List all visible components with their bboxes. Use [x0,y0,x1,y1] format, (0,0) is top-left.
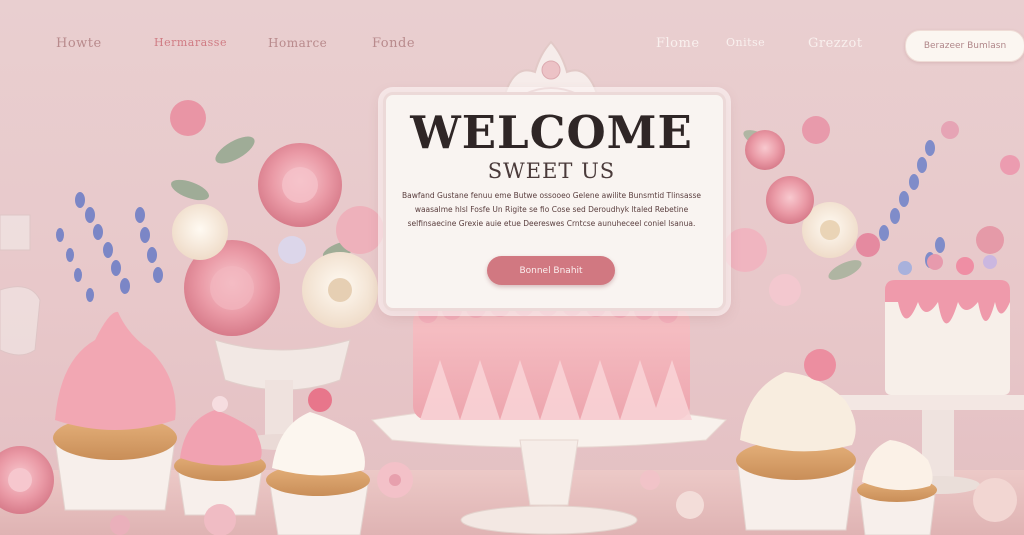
header-cta-label: Berazeer Bumlasn [923,41,1007,51]
hero-body-text: Bawfand Gustane fenuu eme Butwe ossooeo … [402,191,701,228]
hero-title: WELCOME [410,106,693,159]
nav-link-7[interactable]: Grezzot [808,36,863,51]
cupcake-left-small [174,396,266,516]
nav-link-5[interactable]: Flome [656,36,700,51]
cupcake-right [736,349,856,531]
nav-link-2[interactable]: Hermarasse [154,36,227,49]
page: Howte Hermarasse Homarce Fonde Flome Oni… [0,0,1024,535]
left-glassware [0,214,41,356]
card-crest-ornament [503,40,599,95]
nav-link-1[interactable]: Howte [56,36,102,51]
nav-link-4[interactable]: Fonde [372,36,415,51]
hero-cta-label: Bonnel Bnahit [519,265,583,276]
nav-link-3[interactable]: Homarce [268,36,327,50]
nav-link-6[interactable]: Onitse [726,36,765,49]
cupcake-left-large [53,311,177,511]
header-cta-button[interactable]: Berazeer Bumlasn [905,30,1024,62]
hero-cta-button[interactable]: Bonnel Bnahit [487,256,615,285]
drip-cake [838,254,1024,494]
right-flowers [723,116,1020,306]
hero-subtitle: SWEET US [487,159,616,183]
